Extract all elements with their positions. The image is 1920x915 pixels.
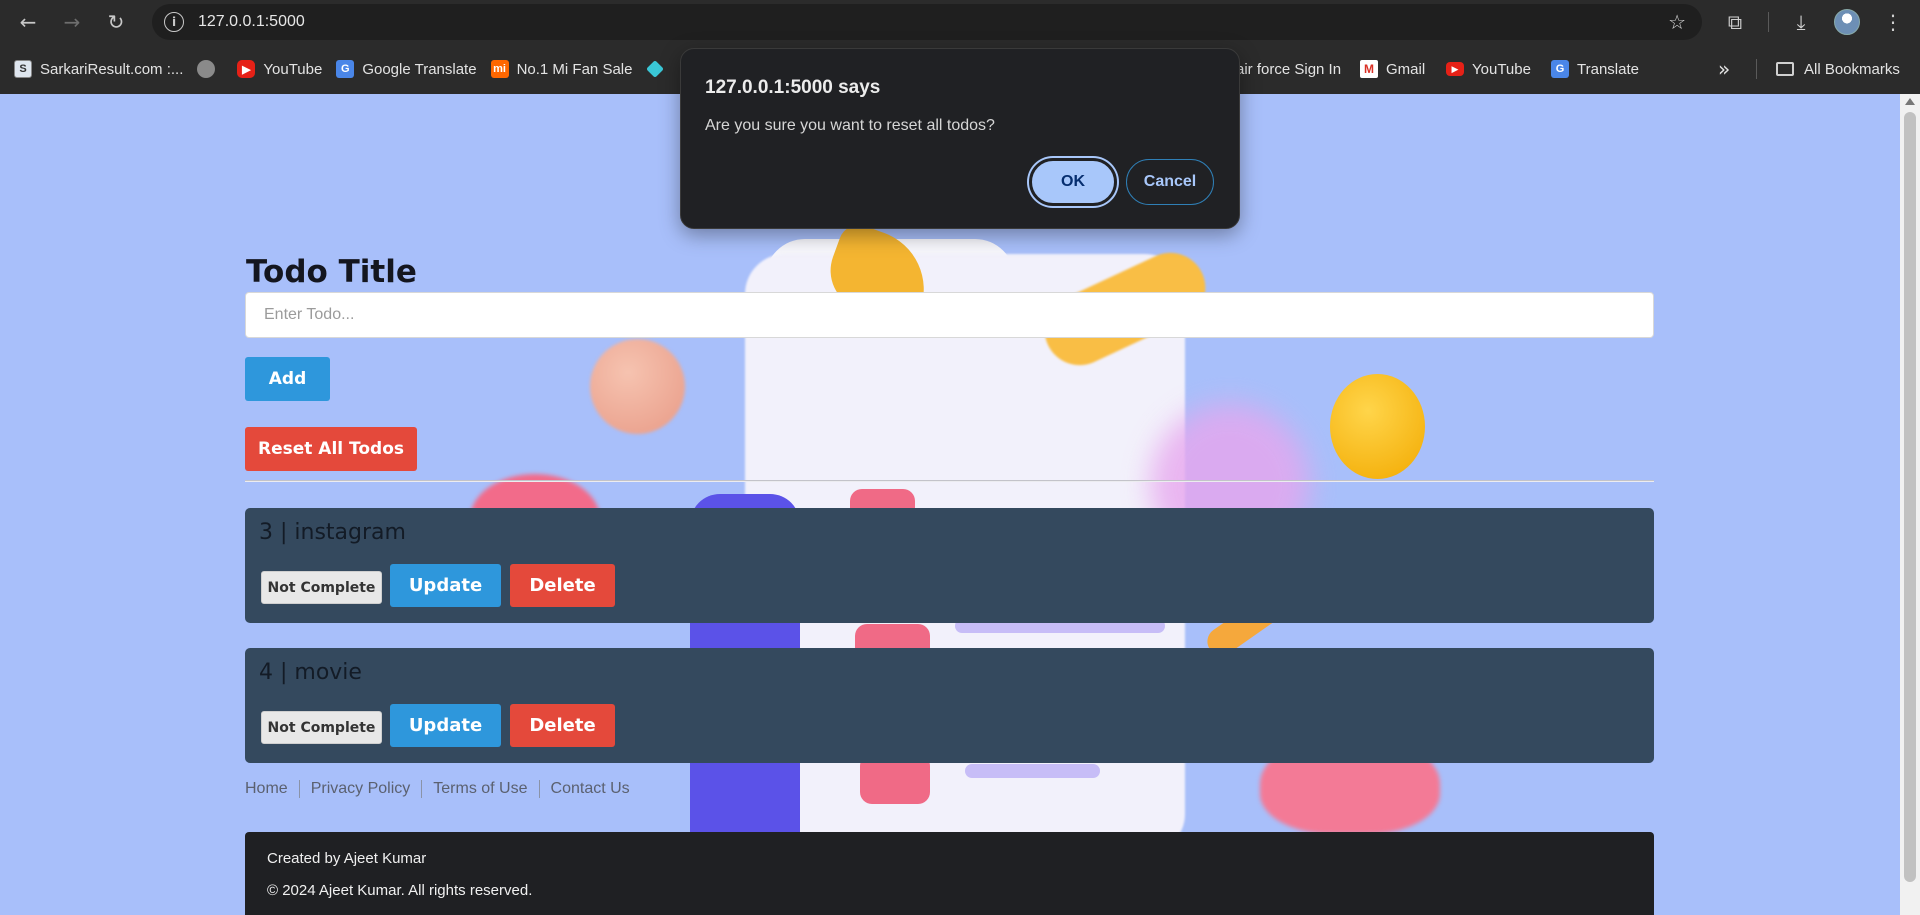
footer-link-privacy[interactable]: Privacy Policy: [311, 780, 411, 798]
bookmark-label: YouTube: [263, 60, 323, 78]
download-icon[interactable]: ⤓: [1785, 6, 1817, 38]
update-button[interactable]: Update: [390, 564, 501, 607]
google-translate-icon: G: [1551, 60, 1569, 78]
link-separator: [421, 780, 423, 798]
sarkari-icon: S: [14, 60, 32, 78]
add-button[interactable]: Add: [245, 357, 330, 401]
status-button[interactable]: Not Complete: [261, 711, 382, 744]
forward-icon[interactable]: →: [54, 4, 90, 40]
footer-links: Home Privacy Policy Terms of Use Contact…: [245, 780, 630, 798]
bookmark-mi-fan-sale[interactable]: mi No.1 Mi Fan Sale: [490, 55, 633, 83]
bookmark-star-icon[interactable]: ☆: [1668, 10, 1686, 34]
bookmark-label: YouTube: [1472, 60, 1531, 78]
link-separator: [298, 780, 300, 798]
site-info-icon[interactable]: i: [164, 12, 184, 32]
youtube-icon: ▶: [237, 60, 256, 78]
footer-link-contact[interactable]: Contact Us: [551, 780, 630, 798]
update-button[interactable]: Update: [390, 704, 501, 747]
page-scrollbar[interactable]: [1900, 94, 1920, 915]
scroll-up-icon[interactable]: [1905, 98, 1915, 105]
divider: [245, 480, 1654, 482]
background-illustration: [965, 764, 1100, 778]
todo-input[interactable]: [245, 292, 1654, 338]
todo-title: 3 | instagram: [259, 520, 406, 545]
ok-button[interactable]: OK: [1029, 158, 1117, 206]
delete-button[interactable]: Delete: [510, 704, 615, 747]
mi-icon: mi: [490, 60, 509, 78]
site-footer: Created by Ajeet Kumar © 2024 Ajeet Kuma…: [245, 832, 1654, 915]
bookmark-globe[interactable]: [197, 55, 223, 83]
delete-button[interactable]: Delete: [510, 564, 615, 607]
bookmark-google-translate[interactable]: G Google Translate: [336, 55, 477, 83]
browser-toolbar: ← → ↻ i 127.0.0.1:5000 ☆ ⧉ ⤓ ⋮: [0, 0, 1920, 44]
todo-card: 3 | instagram Not Complete Update Delete: [245, 508, 1654, 623]
footer-created-by: Created by Ajeet Kumar: [267, 850, 427, 867]
globe-icon: [197, 60, 216, 78]
bookmark-label: No.1 Mi Fan Sale: [516, 60, 633, 78]
bookmarks-overflow-icon[interactable]: »: [1718, 44, 1730, 94]
footer-link-home[interactable]: Home: [245, 780, 288, 798]
menu-kebab-icon[interactable]: ⋮: [1877, 6, 1909, 38]
url-text[interactable]: 127.0.0.1:5000: [198, 13, 305, 31]
bookmark-label: air force Sign In: [1236, 60, 1342, 78]
address-bar[interactable]: i 127.0.0.1:5000 ☆: [152, 4, 1702, 40]
gmail-icon: M: [1360, 60, 1378, 78]
background-illustration: [590, 339, 685, 434]
bookmark-sarkariresult[interactable]: S SarkariResult.com :...: [14, 55, 183, 83]
dialog-title: 127.0.0.1:5000 says: [705, 77, 881, 98]
folder-icon: [1776, 62, 1794, 76]
bookmark-youtube-2[interactable]: ▶ YouTube: [1446, 44, 1531, 94]
all-bookmarks[interactable]: All Bookmarks: [1776, 44, 1900, 94]
bookmark-gmail[interactable]: M Gmail: [1360, 44, 1425, 94]
footer-copyright: © 2024 Ajeet Kumar. All rights reserved.: [267, 882, 533, 899]
extensions-icon[interactable]: ⧉: [1719, 6, 1751, 38]
bookmark-label: Google Translate: [362, 60, 477, 78]
bookmark-diamond[interactable]: [646, 55, 672, 83]
background-illustration: [1330, 374, 1425, 479]
link-separator: [538, 780, 540, 798]
footer-link-terms[interactable]: Terms of Use: [433, 780, 527, 798]
toolbar-divider: [1768, 12, 1769, 32]
bookmark-youtube[interactable]: ▶ YouTube: [237, 55, 322, 83]
back-icon[interactable]: ←: [10, 4, 46, 40]
bookmarks-divider: [1756, 59, 1757, 79]
bookmark-label: Translate: [1577, 60, 1639, 78]
bookmark-label: Gmail: [1386, 60, 1426, 78]
diamond-icon: [646, 60, 665, 78]
reload-icon[interactable]: ↻: [98, 4, 134, 40]
bookmark-airforce[interactable]: air force Sign In: [1236, 44, 1341, 94]
confirm-dialog: 127.0.0.1:5000 says Are you sure you wan…: [680, 48, 1240, 229]
dialog-message: Are you sure you want to reset all todos…: [705, 117, 995, 134]
scrollbar-thumb[interactable]: [1904, 112, 1916, 882]
all-bookmarks-label: All Bookmarks: [1804, 60, 1900, 78]
bookmark-label: SarkariResult.com :...: [40, 60, 184, 78]
google-translate-icon: G: [336, 60, 355, 78]
page-title: Todo Title: [246, 254, 417, 290]
reset-all-todos-button[interactable]: Reset All Todos: [245, 427, 417, 471]
todo-title: 4 | movie: [259, 660, 362, 685]
todo-card: 4 | movie Not Complete Update Delete: [245, 648, 1654, 763]
youtube-icon: ▶: [1446, 62, 1464, 76]
bookmark-translate[interactable]: G Translate: [1551, 44, 1639, 94]
cancel-button[interactable]: Cancel: [1126, 159, 1214, 205]
status-button[interactable]: Not Complete: [261, 571, 382, 604]
profile-avatar[interactable]: [1834, 9, 1860, 35]
